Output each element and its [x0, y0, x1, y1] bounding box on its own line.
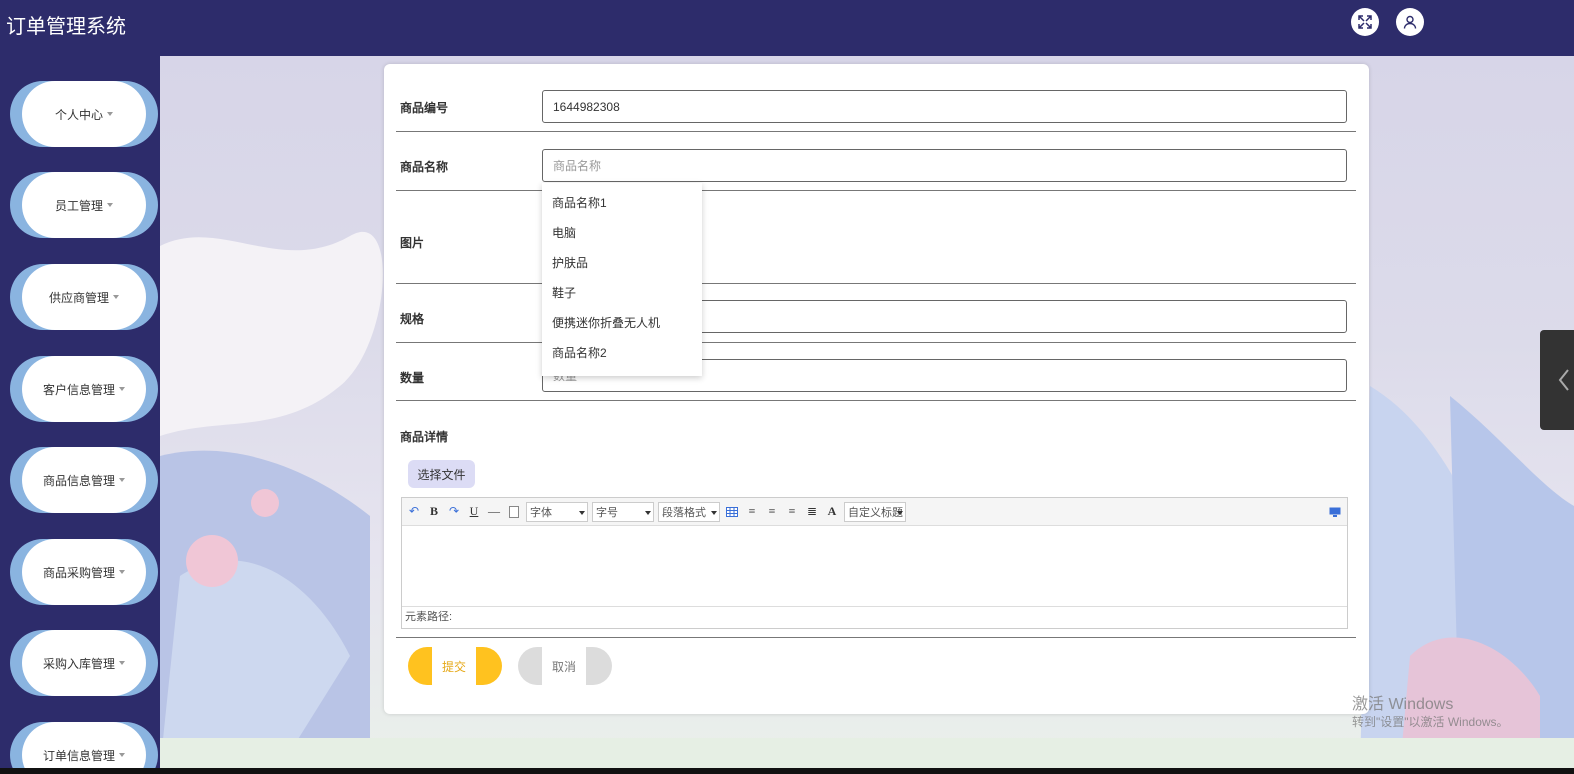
- product-name-label: 商品名称: [400, 160, 449, 174]
- top-bar: 订单管理系统: [0, 0, 1574, 56]
- custom-title-select[interactable]: 自定义标题: [844, 501, 906, 522]
- dropdown-option[interactable]: 护肤品: [542, 248, 702, 278]
- caret-down-icon: [119, 387, 125, 391]
- sidebar-item-inbound[interactable]: 采购入库管理: [10, 630, 158, 696]
- sidebar-item-label: 个人中心: [54, 107, 103, 122]
- product-form-card: 商品编号 1644982308 商品名称 商品名称 图片 规格 数量 数量 商品…: [384, 64, 1369, 714]
- font-family-select[interactable]: 字体: [526, 501, 588, 522]
- font-color-icon[interactable]: A: [824, 503, 840, 521]
- editor-toolbar: ↶ B ↷ U — 字体 字号 段落格式 ≡ ≡ ≡ ≣ A 自定义标题: [402, 498, 1347, 526]
- sidebar-item-suppliers[interactable]: 供应商管理: [10, 264, 158, 330]
- rich-text-editor: ↶ B ↷ U — 字体 字号 段落格式 ≡ ≡ ≡ ≣ A 自定义标题 元素路…: [401, 497, 1348, 629]
- fullscreen-icon[interactable]: [1351, 8, 1379, 36]
- image-label: 图片: [400, 236, 425, 250]
- underline-icon[interactable]: U: [466, 503, 482, 521]
- product-code-input[interactable]: 1644982308: [542, 90, 1347, 123]
- side-panel-toggle[interactable]: [1540, 330, 1574, 430]
- sidebar-item-purchasing[interactable]: 商品采购管理: [10, 539, 158, 605]
- sidebar-item-label: 商品信息管理: [42, 473, 115, 488]
- align-left-icon[interactable]: ≡: [744, 503, 760, 521]
- sidebar-item-personal-center[interactable]: 个人中心: [10, 81, 158, 147]
- sidebar-item-label: 采购入库管理: [42, 656, 115, 671]
- divider: [396, 190, 1356, 191]
- caret-down-icon: [107, 203, 113, 207]
- paragraph-format-select[interactable]: 段落格式: [658, 501, 720, 522]
- redo-icon[interactable]: ↷: [446, 503, 462, 521]
- spec-label: 规格: [400, 312, 425, 326]
- watermark-title: 激活 Windows: [1352, 696, 1454, 713]
- cancel-button[interactable]: 取消: [518, 647, 612, 685]
- chevron-left-icon: [1558, 369, 1569, 391]
- submit-button[interactable]: 提交: [408, 647, 502, 685]
- align-center-icon[interactable]: ≡: [784, 503, 800, 521]
- sidebar: 个人中心 员工管理 供应商管理 客户信息管理 商品信息管理 商品采购管理 采购入…: [0, 56, 160, 768]
- divider: [396, 400, 1356, 401]
- bottom-strip: [0, 768, 1574, 774]
- divider: [396, 342, 1356, 343]
- product-name-dropdown: 商品名称1 电脑 护肤品 鞋子 便携迷你折叠无人机 商品名称2: [542, 183, 702, 376]
- sidebar-item-products[interactable]: 商品信息管理: [10, 447, 158, 513]
- caret-down-icon: [113, 295, 119, 299]
- dropdown-option[interactable]: 便携迷你折叠无人机: [542, 308, 702, 338]
- caret-down-icon: [119, 570, 125, 574]
- fullscreen-editor-icon[interactable]: [1327, 503, 1343, 521]
- caret-down-icon: [119, 661, 125, 665]
- user-icon[interactable]: [1396, 8, 1424, 36]
- sidebar-item-label: 供应商管理: [48, 290, 109, 305]
- product-name-input[interactable]: 商品名称: [542, 149, 1347, 182]
- sidebar-item-employees[interactable]: 员工管理: [10, 172, 158, 238]
- divider: [396, 283, 1356, 284]
- quantity-label: 数量: [400, 371, 425, 385]
- align-justify-icon[interactable]: ≣: [804, 503, 820, 521]
- sidebar-item-label: 客户信息管理: [42, 382, 115, 397]
- caret-down-icon: [119, 478, 125, 482]
- sidebar-item-orders[interactable]: 订单信息管理: [10, 722, 158, 768]
- clear-format-icon[interactable]: [506, 503, 522, 521]
- sidebar-item-customers[interactable]: 客户信息管理: [10, 356, 158, 422]
- sidebar-item-label: 商品采购管理: [42, 565, 115, 580]
- horizontal-rule-icon[interactable]: —: [486, 503, 502, 521]
- element-path: 元素路径:: [402, 606, 1347, 628]
- font-size-select[interactable]: 字号: [592, 501, 654, 522]
- sidebar-item-label: 订单信息管理: [42, 748, 115, 763]
- caret-down-icon: [107, 112, 113, 116]
- cancel-label: 取消: [542, 647, 586, 685]
- product-code-label: 商品编号: [400, 101, 449, 115]
- dropdown-option[interactable]: 商品名称1: [542, 188, 702, 218]
- choose-file-button[interactable]: 选择文件: [408, 460, 475, 488]
- editor-content-area[interactable]: [402, 526, 1347, 606]
- dropdown-option[interactable]: 鞋子: [542, 278, 702, 308]
- divider: [396, 637, 1356, 638]
- align-right-icon[interactable]: ≡: [764, 503, 780, 521]
- details-label: 商品详情: [400, 430, 449, 444]
- dropdown-option[interactable]: 电脑: [542, 218, 702, 248]
- caret-down-icon: [119, 753, 125, 757]
- submit-label: 提交: [432, 647, 476, 685]
- undo-icon[interactable]: ↶: [406, 503, 422, 521]
- sidebar-item-label: 员工管理: [54, 198, 103, 213]
- watermark-subtitle: 转到"设置"以激活 Windows。: [1352, 715, 1509, 729]
- app-title: 订单管理系统: [6, 16, 126, 38]
- bold-icon[interactable]: B: [426, 503, 442, 521]
- table-icon[interactable]: [724, 503, 740, 521]
- divider: [396, 131, 1356, 132]
- dropdown-option[interactable]: 商品名称2: [542, 338, 702, 368]
